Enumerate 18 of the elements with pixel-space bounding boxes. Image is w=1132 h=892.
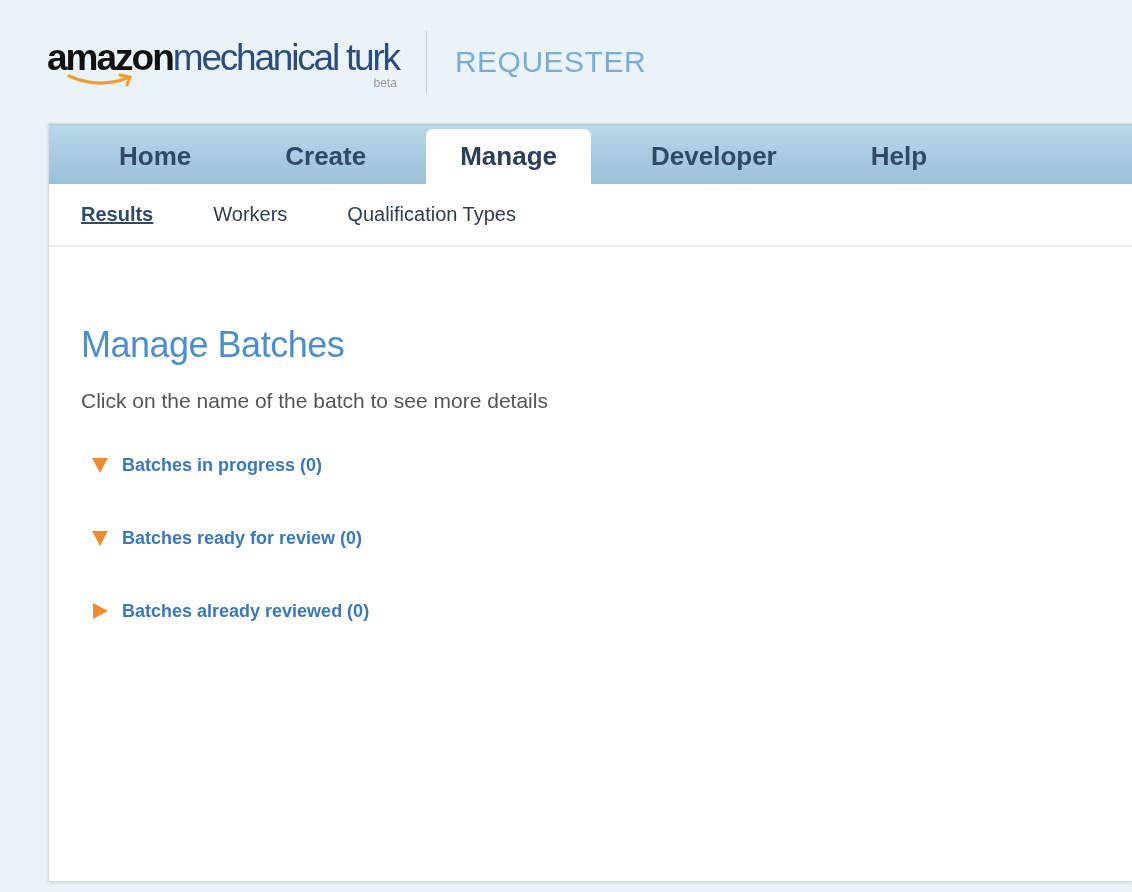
brand-wordmark: amazon xyxy=(47,39,173,77)
beta-label: beta xyxy=(373,76,397,90)
nav-tab[interactable]: Manage xyxy=(426,129,591,184)
batch-group-link[interactable]: Batches ready for review (0) xyxy=(92,516,363,560)
product-wordmark: mechanical turk xyxy=(172,39,399,77)
section-title: REQUESTER xyxy=(454,44,647,79)
batch-group-link[interactable]: Batches already reviewed (0) xyxy=(92,589,370,633)
nav-tab[interactable]: Developer xyxy=(617,129,811,184)
nav-tab[interactable]: Help xyxy=(836,129,962,184)
batch-group-link[interactable]: Batches in progress (0) xyxy=(92,443,323,487)
subnav-link[interactable]: Results xyxy=(81,203,154,226)
subnav-link[interactable]: Workers xyxy=(213,203,288,226)
page-title: Manage Batches xyxy=(81,323,346,367)
curved-arrow-icon xyxy=(67,73,135,87)
nav-tab[interactable]: Home xyxy=(85,129,226,184)
subnav-link[interactable]: Qualification Types xyxy=(347,203,516,226)
nav-tab[interactable]: Create xyxy=(251,129,401,184)
instructions-text: Click on the name of the batch to see more details xyxy=(81,388,549,414)
